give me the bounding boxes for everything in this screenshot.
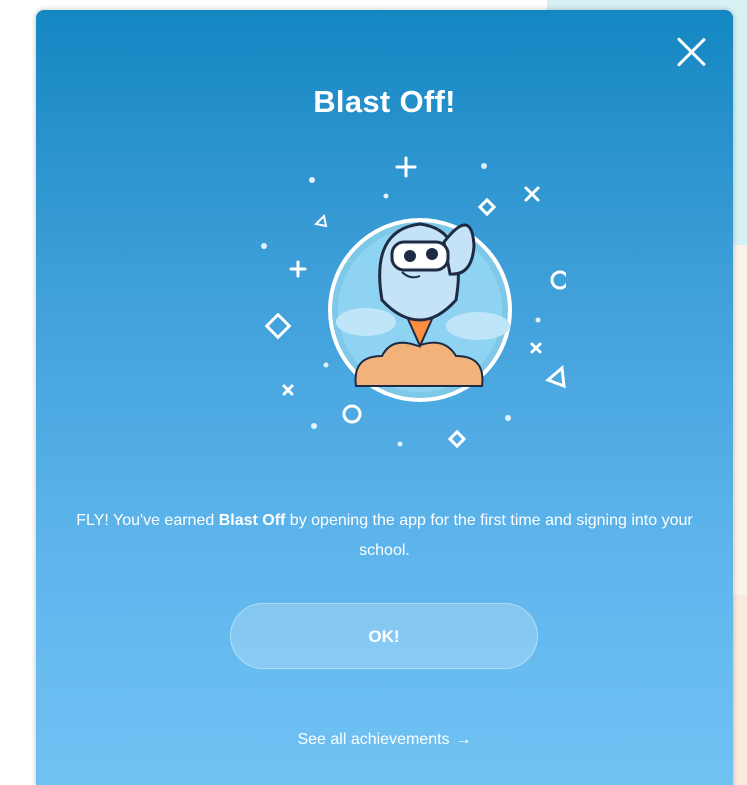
- arrow-right-icon: →: [455, 731, 472, 748]
- close-icon[interactable]: [674, 35, 708, 69]
- message-suffix: by opening the app for the first time an…: [285, 512, 693, 559]
- modal-title: Blast Off!: [313, 84, 456, 119]
- owl-rocket-badge-icon: [261, 156, 566, 449]
- see-all-label: See all achievements: [297, 731, 450, 748]
- message-achievement-name: Blast Off: [218, 512, 286, 529]
- achievement-modal: Blast Off! FLY! You've earned Blast Off …: [36, 10, 733, 785]
- ok-button[interactable]: OK!: [230, 603, 538, 669]
- message-prefix: FLY! You've earned: [76, 512, 219, 529]
- achievement-message: FLY! You've earned Blast Off by opening …: [56, 506, 713, 566]
- see-all-achievements-link[interactable]: See all achievements →: [36, 731, 733, 749]
